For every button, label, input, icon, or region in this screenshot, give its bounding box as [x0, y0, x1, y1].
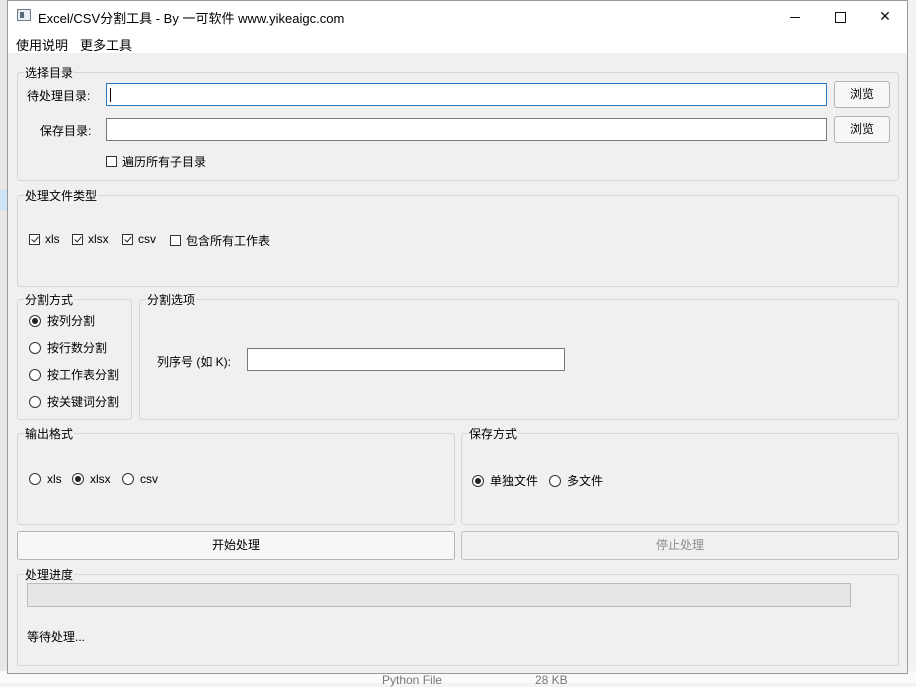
filetype-csv-label: csv — [138, 232, 156, 246]
app-icon — [17, 9, 31, 21]
save-multi-file-radio[interactable]: 多文件 — [549, 472, 603, 489]
background-file-type: Python File — [382, 673, 443, 687]
output-xlsx-label: xlsx — [90, 472, 111, 486]
input-dir-field[interactable] — [106, 83, 827, 106]
include-all-sheets-label: 包含所有工作表 — [186, 234, 271, 248]
title-bar[interactable]: Excel/CSV分割工具 - By 一可软件 www.yikeaigc.com… — [8, 1, 907, 31]
save-single-file-label: 单独文件 — [490, 474, 539, 488]
checkbox-box — [122, 233, 133, 245]
checkbox-box — [170, 235, 181, 246]
start-processing-button[interactable]: 开始处理 — [17, 531, 455, 560]
progress-bar — [27, 583, 851, 607]
radio-dot — [29, 341, 41, 354]
checkbox-box — [29, 233, 40, 245]
include-all-sheets-checkbox[interactable]: 包含所有工作表 — [170, 232, 270, 249]
save-single-file-radio[interactable]: 单独文件 — [472, 472, 538, 489]
output-xls-radio[interactable]: xls — [29, 472, 62, 486]
radio-dot — [122, 473, 134, 485]
stop-processing-button[interactable]: 停止处理 — [461, 531, 899, 560]
split-options-group-title: 分割选项 — [146, 291, 197, 308]
split-by-rows-radio[interactable]: 按行数分割 — [29, 339, 107, 356]
checkbox-box — [72, 233, 83, 245]
filetype-xls-label: xls — [45, 232, 60, 246]
split-by-column-radio[interactable]: 按列分割 — [29, 312, 95, 329]
radio-dot — [29, 314, 41, 327]
minimize-button[interactable] — [772, 1, 818, 31]
checkbox-box — [106, 156, 117, 167]
split-by-column-label: 按列分割 — [47, 314, 96, 328]
output-csv-radio[interactable]: csv — [122, 472, 158, 486]
filetype-csv-checkbox[interactable]: csv — [122, 232, 156, 246]
maximize-button[interactable] — [817, 1, 863, 31]
file-type-group-title: 处理文件类型 — [24, 187, 99, 204]
window-title: Excel/CSV分割工具 - By 一可软件 www.yikeaigc.com — [38, 11, 345, 26]
filetype-xls-checkbox[interactable]: xls — [29, 232, 60, 246]
background-file-size: 28 KB — [535, 673, 568, 687]
filetype-xlsx-label: xlsx — [88, 232, 109, 246]
output-xlsx-radio[interactable]: xlsx — [72, 472, 111, 486]
split-by-sheet-radio[interactable]: 按工作表分割 — [29, 366, 119, 383]
status-text: 等待处理... — [27, 630, 86, 644]
radio-dot — [29, 368, 41, 381]
recurse-subdirs-checkbox[interactable]: 遍历所有子目录 — [106, 153, 206, 170]
maximize-icon — [834, 11, 846, 23]
minimize-icon — [790, 16, 800, 18]
column-index-label: 列序号 (如 K): — [157, 355, 231, 369]
radio-dot — [472, 474, 484, 487]
menu-item-help[interactable]: 使用说明 — [16, 35, 68, 54]
menu-bar: 使用说明 更多工具 — [8, 31, 907, 53]
split-by-rows-label: 按行数分割 — [47, 341, 108, 355]
close-icon: ✕ — [879, 8, 891, 24]
directory-group-title: 选择目录 — [24, 64, 75, 81]
save-dir-field[interactable] — [106, 118, 827, 141]
save-multi-file-label: 多文件 — [567, 474, 604, 488]
radio-dot — [29, 473, 41, 485]
app-window: Excel/CSV分割工具 - By 一可软件 www.yikeaigc.com… — [7, 0, 908, 674]
menu-item-more-tools[interactable]: 更多工具 — [80, 35, 132, 54]
radio-dot — [549, 474, 561, 487]
radio-dot — [29, 395, 41, 408]
browse-input-button[interactable]: 浏览 — [834, 81, 890, 108]
split-by-sheet-label: 按工作表分割 — [47, 368, 120, 382]
filetype-xlsx-checkbox[interactable]: xlsx — [72, 232, 109, 246]
save-mode-group-title: 保存方式 — [468, 425, 519, 442]
input-dir-label: 待处理目录: — [27, 89, 91, 103]
radio-dot — [72, 473, 84, 485]
output-csv-label: csv — [140, 472, 158, 486]
split-mode-group-title: 分割方式 — [24, 291, 75, 308]
column-index-field[interactable] — [247, 348, 565, 371]
recurse-subdirs-label: 遍历所有子目录 — [122, 155, 207, 169]
output-format-group-title: 输出格式 — [24, 425, 75, 442]
text-caret — [110, 88, 111, 102]
save-dir-label: 保存目录: — [40, 124, 92, 138]
output-xls-label: xls — [47, 472, 62, 486]
split-by-keyword-label: 按关键词分割 — [47, 395, 120, 409]
split-by-keyword-radio[interactable]: 按关键词分割 — [29, 393, 119, 410]
browse-save-button[interactable]: 浏览 — [834, 116, 890, 143]
close-button[interactable]: ✕ — [862, 1, 908, 31]
progress-group-title: 处理进度 — [24, 566, 75, 583]
